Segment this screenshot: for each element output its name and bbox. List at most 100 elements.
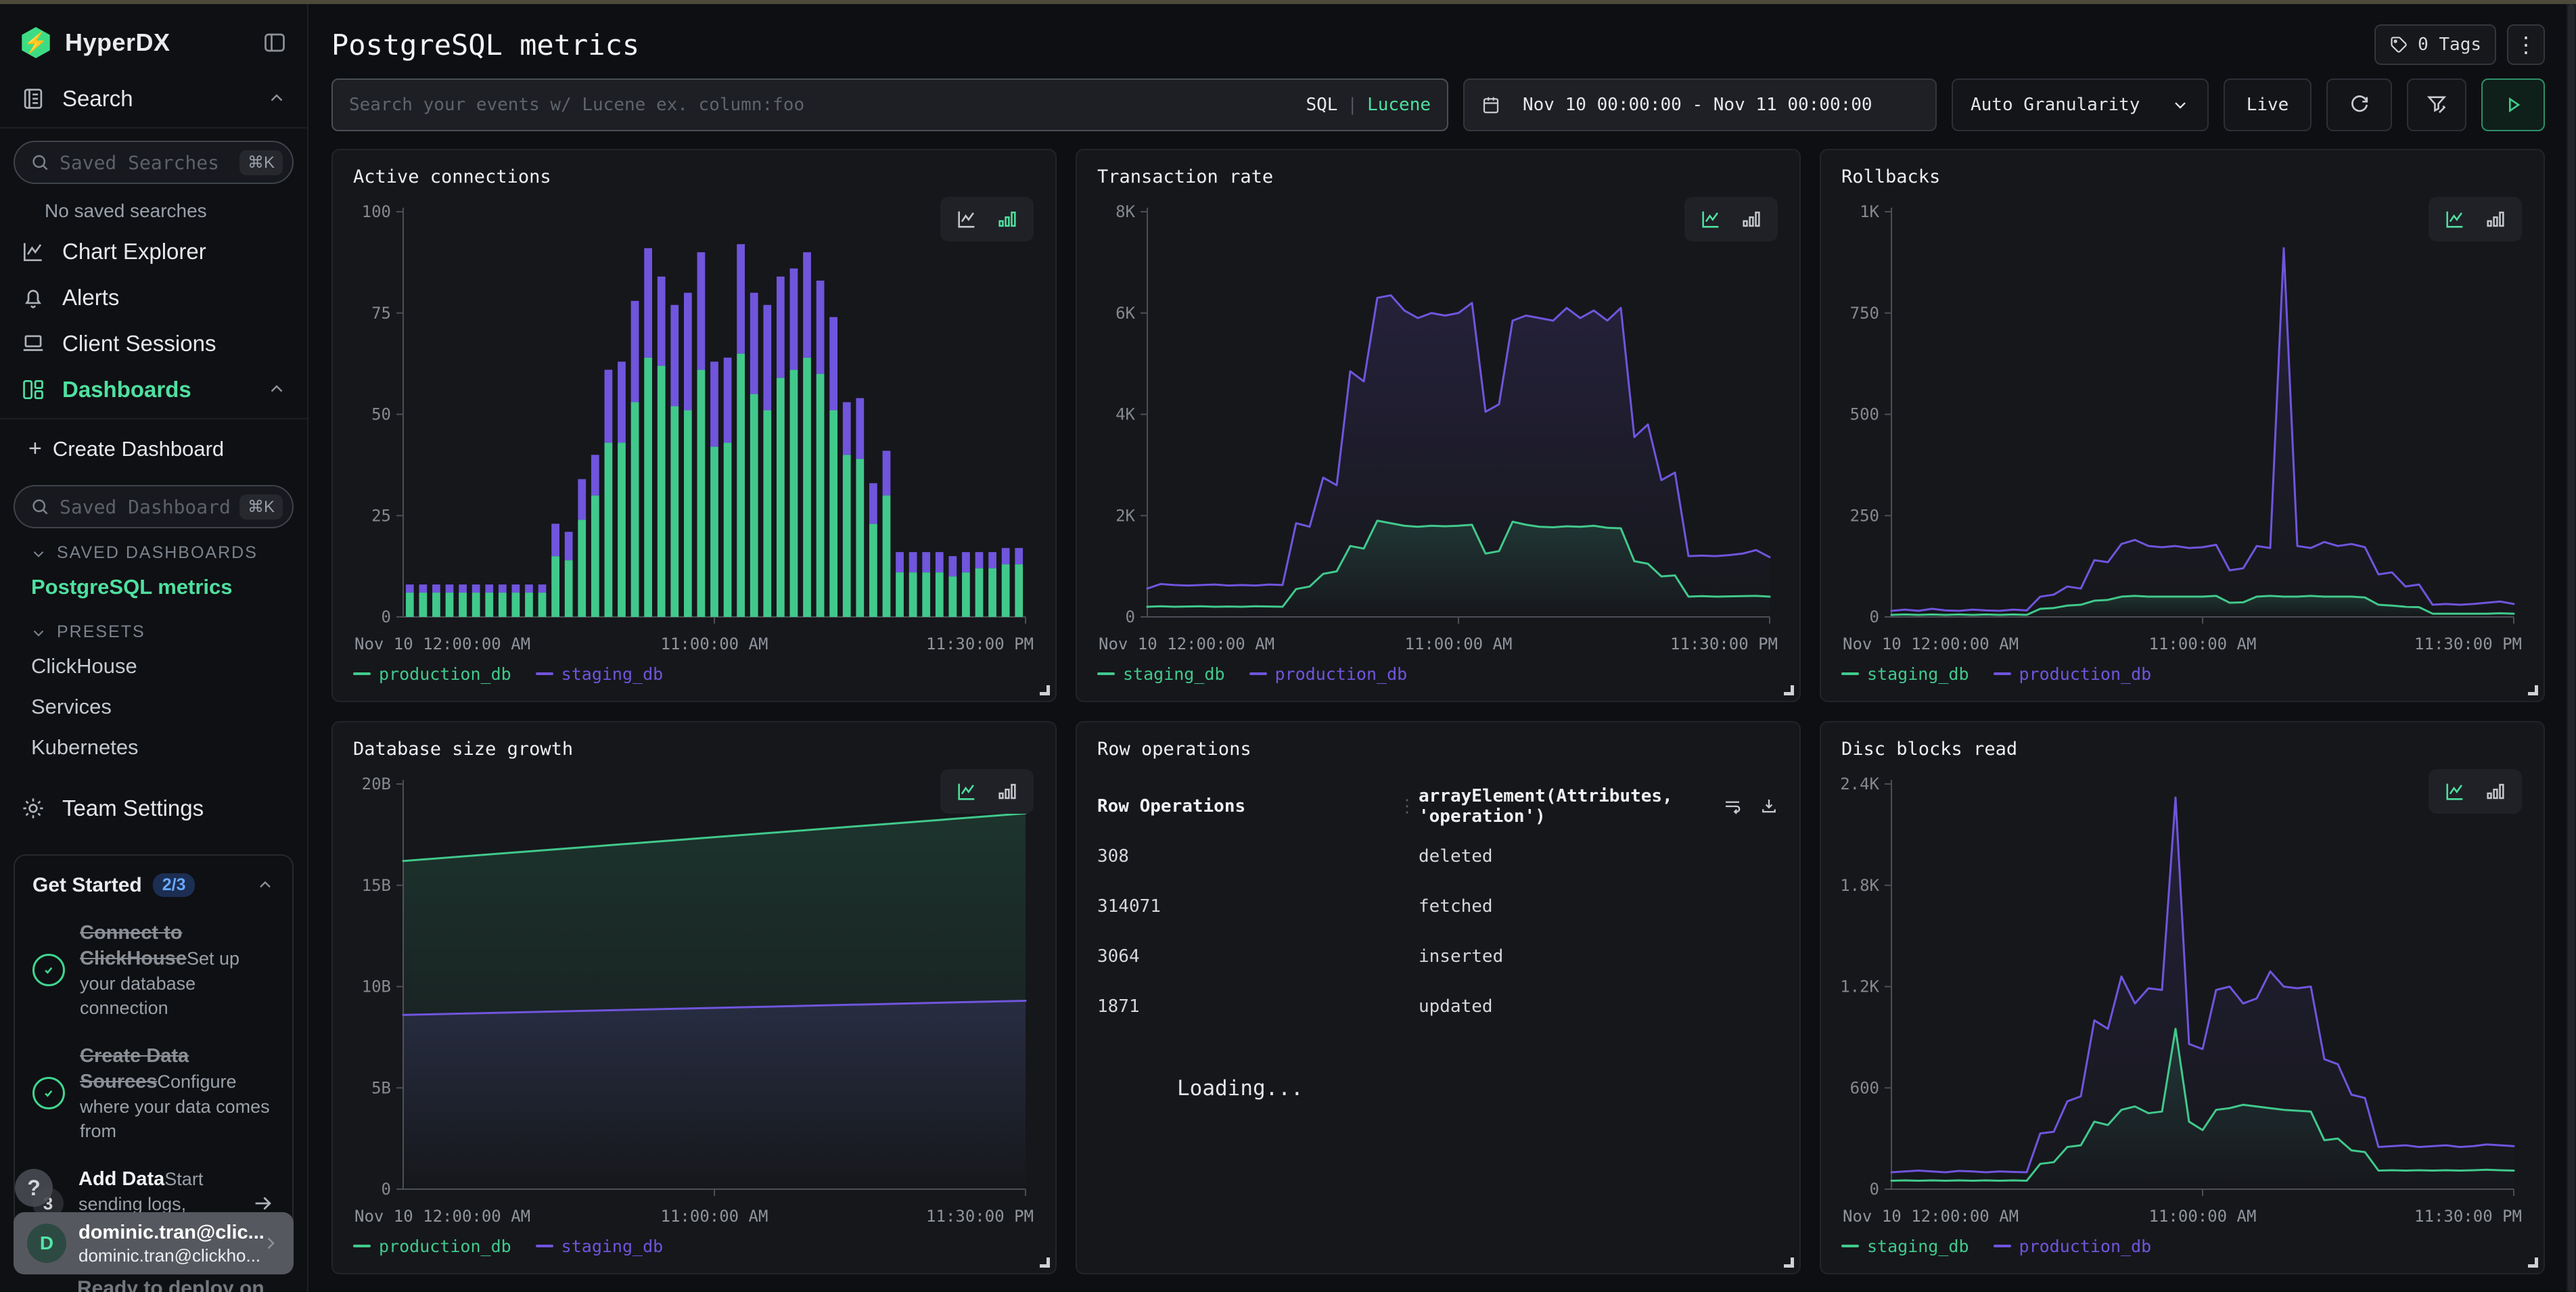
bar-view-icon[interactable] [996, 208, 1019, 231]
vertical-scrollbar[interactable] [2567, 4, 2576, 1292]
sidebar-item-chart-explorer[interactable]: Chart Explorer [0, 229, 307, 275]
panel-resize-handle[interactable] [2528, 685, 2538, 695]
preset-link-kubernetes[interactable]: Kubernetes [0, 727, 307, 768]
line-view-icon[interactable] [955, 780, 978, 803]
legend-item[interactable]: production_db [1994, 664, 2152, 684]
legend-item[interactable]: production_db [1249, 664, 1408, 684]
sidebar-item-team-settings[interactable]: Team Settings [0, 785, 307, 831]
help-button[interactable]: ? [15, 1169, 53, 1207]
legend-item[interactable]: staging_db [536, 664, 664, 684]
panel-resize-handle[interactable] [1784, 685, 1794, 695]
kebab-menu-button[interactable]: ⋮ [2507, 24, 2545, 65]
svg-text:11:00:00 AM: 11:00:00 AM [661, 1207, 768, 1226]
preset-link-clickhouse[interactable]: ClickHouse [0, 646, 307, 687]
chart-view-toggle[interactable] [940, 769, 1034, 814]
legend-item[interactable]: staging_db [1841, 664, 1969, 684]
sidebar-item-client-sessions[interactable]: Client Sessions [0, 321, 307, 367]
panel-resize-handle[interactable] [1040, 685, 1050, 695]
svg-text:11:30:00 PM: 11:30:00 PM [2414, 1207, 2522, 1226]
cell-operation: updated [1419, 996, 1779, 1017]
event-search-box[interactable]: SQL | Lucene [331, 78, 1448, 131]
no-saved-searches: No saved searches [0, 184, 307, 229]
chevron-up-icon[interactable] [267, 89, 287, 109]
legend-label: staging_db [1867, 664, 1969, 684]
sidebar-item-search[interactable]: Search [0, 76, 307, 122]
bar-view-icon[interactable] [2484, 780, 2507, 803]
create-dashboard-button[interactable]: + Create Dashboard [0, 425, 307, 473]
svg-text:50: 50 [371, 405, 391, 424]
filter-button[interactable] [2407, 78, 2466, 131]
legend-item[interactable]: production_db [1994, 1237, 2152, 1256]
sidebar-item-label: Team Settings [62, 795, 287, 821]
line-view-icon[interactable] [2443, 780, 2466, 803]
onboarding-peek-text: Ready to deploy on [77, 1277, 264, 1292]
wrap-text-icon[interactable] [1722, 796, 1743, 816]
sql-mode-toggle[interactable]: SQL [1306, 95, 1337, 115]
svg-text:2K: 2K [1116, 506, 1135, 525]
panel-resize-handle[interactable] [1040, 1258, 1050, 1268]
saved-dashboards-field[interactable] [60, 496, 230, 518]
legend-item[interactable]: staging_db [1097, 664, 1225, 684]
bar-view-icon[interactable] [1740, 208, 1763, 231]
sidebar-collapse-icon[interactable] [262, 30, 287, 55]
legend-item[interactable]: production_db [353, 664, 511, 684]
avatar: D [27, 1224, 66, 1263]
legend-label: production_db [379, 1237, 511, 1256]
chart-view-toggle[interactable] [1684, 197, 1778, 241]
panel-resize-handle[interactable] [1784, 1258, 1794, 1268]
get-started-item-connect[interactable]: Connect to ClickHouseSet up your databas… [32, 920, 275, 1020]
legend-label: staging_db [1123, 664, 1225, 684]
saved-searches-field[interactable] [60, 152, 230, 174]
chart-view-toggle[interactable] [2429, 197, 2522, 241]
svg-text:20B: 20B [362, 775, 391, 793]
user-menu[interactable]: D dominic.tran@clic... dominic.tran@clic… [14, 1212, 294, 1274]
bar-view-icon[interactable] [2484, 208, 2507, 231]
svg-text:1.8K: 1.8K [1841, 876, 1880, 895]
sidebar-item-alerts[interactable]: Alerts [0, 275, 307, 321]
dashboard-link-postgresql-metrics[interactable]: PostgreSQL metrics [0, 567, 307, 607]
chevron-up-icon[interactable] [256, 876, 275, 895]
chevron-up-icon[interactable] [267, 379, 287, 400]
sidebar-item-label: Chart Explorer [62, 239, 287, 264]
saved-searches-input[interactable]: ⌘K [14, 141, 294, 184]
line-view-icon[interactable] [955, 208, 978, 231]
panel-resize-handle[interactable] [2528, 1258, 2538, 1268]
legend-swatch [536, 672, 553, 675]
preset-link-services[interactable]: Services [0, 687, 307, 727]
get-started-progress-badge: 2/3 [153, 873, 196, 897]
tags-button[interactable]: 0 Tags [2374, 24, 2496, 65]
legend-label: production_db [2019, 1237, 2152, 1256]
chart-legend: production_db staging_db [353, 659, 1035, 689]
svg-text:600: 600 [1850, 1078, 1879, 1097]
live-button[interactable]: Live [2224, 78, 2312, 131]
sidebar-item-dashboards[interactable]: Dashboards [0, 367, 307, 413]
date-range-picker[interactable]: Nov 10 00:00:00 - Nov 11 00:00:00 [1463, 78, 1937, 131]
legend-item[interactable]: staging_db [536, 1237, 664, 1256]
panel-transaction-rate: Transaction rate02K4K6K8KNov 10 12:00:00… [1076, 149, 1801, 702]
saved-dashboards-input[interactable]: ⌘K [14, 485, 294, 528]
column-resize-handle[interactable]: ⋮ [1398, 796, 1419, 816]
download-icon[interactable] [1759, 796, 1779, 816]
panel-title: Transaction rate [1097, 166, 1779, 187]
line-view-icon[interactable] [2443, 208, 2466, 231]
chart-svg: 0255075100Nov 10 12:00:00 AM11:00:00 AM1… [353, 194, 1035, 657]
section-presets[interactable]: PRESETS [0, 607, 307, 646]
chart-view-toggle[interactable] [940, 197, 1034, 241]
chevron-down-icon [30, 624, 47, 641]
event-search-input[interactable] [349, 95, 1306, 115]
legend-item[interactable]: staging_db [1841, 1237, 1969, 1256]
section-saved-dashboards[interactable]: SAVED DASHBOARDS [0, 528, 307, 567]
get-started-item-sources[interactable]: Create Data SourcesConfigure where your … [32, 1043, 275, 1143]
column-header: Row Operations [1097, 796, 1398, 816]
refresh-button[interactable] [2326, 78, 2392, 131]
lucene-mode-toggle[interactable]: Lucene [1367, 95, 1431, 115]
cell-operation: deleted [1419, 846, 1779, 867]
chart-view-toggle[interactable] [2429, 769, 2522, 814]
bar-view-icon[interactable] [996, 780, 1019, 803]
run-query-button[interactable] [2481, 78, 2545, 131]
svg-text:500: 500 [1850, 405, 1879, 424]
granularity-select[interactable]: Auto Granularity [1952, 78, 2209, 131]
legend-item[interactable]: production_db [353, 1237, 511, 1256]
cell-count: 1871 [1097, 996, 1398, 1017]
line-view-icon[interactable] [1699, 208, 1722, 231]
